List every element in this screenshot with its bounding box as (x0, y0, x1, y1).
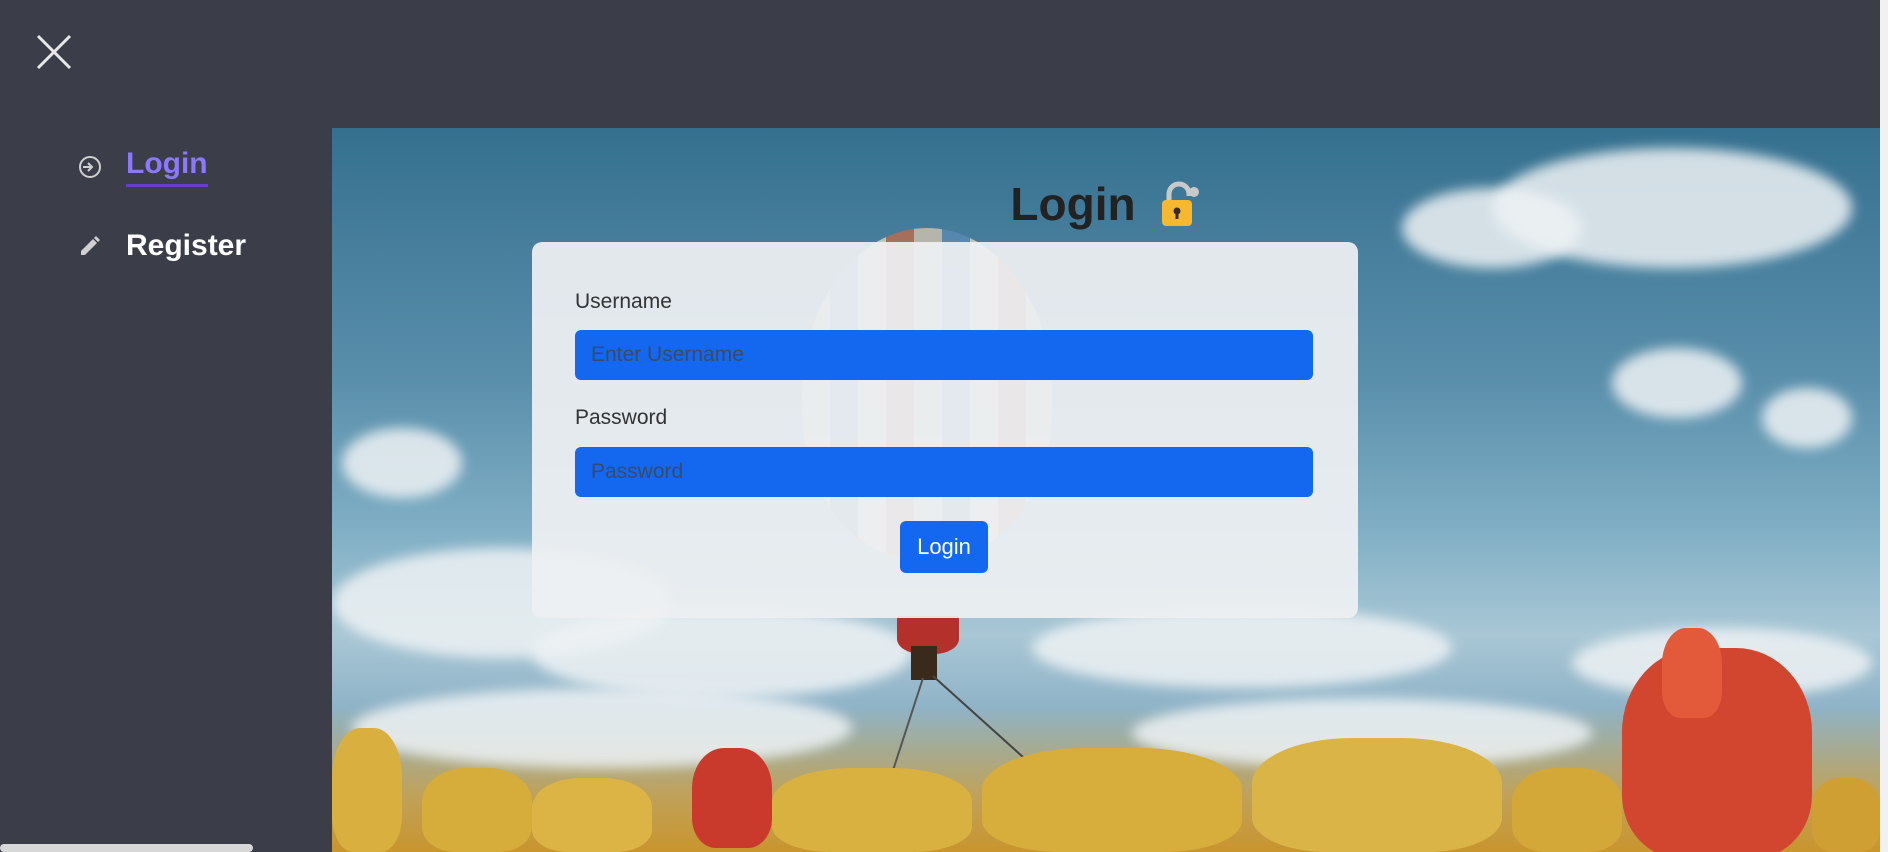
main-content: Login Username Password Login (332, 128, 1880, 852)
sidebar-item-register[interactable]: Register (76, 228, 246, 264)
username-input[interactable] (575, 330, 1313, 380)
page-title-text: Login (1010, 177, 1136, 230)
close-icon (36, 34, 72, 70)
page-title: Login (332, 177, 1880, 231)
username-label: Username (575, 290, 672, 313)
login-form: Username Password Login (532, 242, 1358, 618)
pencil-icon (76, 232, 104, 260)
close-menu-button[interactable] (34, 32, 74, 72)
login-icon (76, 153, 104, 181)
sidebar-item-label: Register (126, 229, 247, 262)
vertical-scrollbar[interactable] (1880, 0, 1888, 852)
horizontal-scrollbar[interactable] (0, 844, 253, 852)
password-label: Password (575, 406, 668, 429)
sidebar-item-login[interactable]: Login (76, 146, 208, 187)
lock-icon (1161, 181, 1199, 226)
password-input[interactable] (575, 447, 1313, 497)
sidebar-item-label: Login (126, 146, 208, 187)
login-button[interactable]: Login (900, 521, 988, 573)
